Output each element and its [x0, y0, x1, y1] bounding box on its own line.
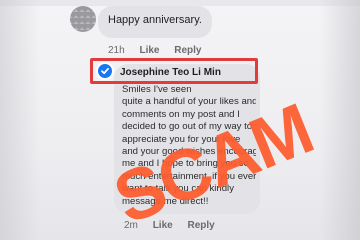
like-button[interactable]: Like	[139, 45, 159, 56]
message-line: Smiles I've seen	[122, 84, 192, 95]
message-line: want to talk you can kindly	[122, 183, 234, 195]
comment-text: Happy anniversary.	[108, 14, 202, 26]
comment-timestamp: 21h	[108, 45, 125, 56]
comment-bubble: Happy anniversary.	[98, 6, 212, 38]
highlight-box	[90, 58, 258, 84]
reply-message: Smiles I've seen quite a handful of your…	[122, 84, 256, 208]
commenter-avatar[interactable]	[70, 6, 96, 32]
message-line: appreciate you for your love	[122, 133, 241, 145]
message-line: much entertainment, if you ever	[122, 170, 256, 182]
right-fade	[320, 0, 360, 240]
reply-button[interactable]: Reply	[174, 45, 201, 56]
message-line: decided to go out of my way to	[122, 121, 253, 133]
message-line: comments on my post and I	[122, 108, 240, 120]
reply-button[interactable]: Reply	[187, 220, 214, 231]
screenshot: Happy anniversary. 21h Like Reply Joseph…	[0, 0, 360, 240]
message-line: me and I hope to bring you so	[122, 158, 249, 170]
left-fade	[0, 0, 40, 240]
comment-actions: 21h Like Reply	[108, 45, 214, 56]
reply-timestamp: 2m	[124, 220, 138, 231]
message-line: and your good wishes encourages	[122, 146, 256, 158]
message-line: quite a handful of your likes and	[122, 96, 256, 108]
like-button[interactable]: Like	[153, 220, 173, 231]
message-line: message me direct!!	[122, 195, 209, 207]
reply-actions: 2m Like Reply	[124, 220, 227, 231]
